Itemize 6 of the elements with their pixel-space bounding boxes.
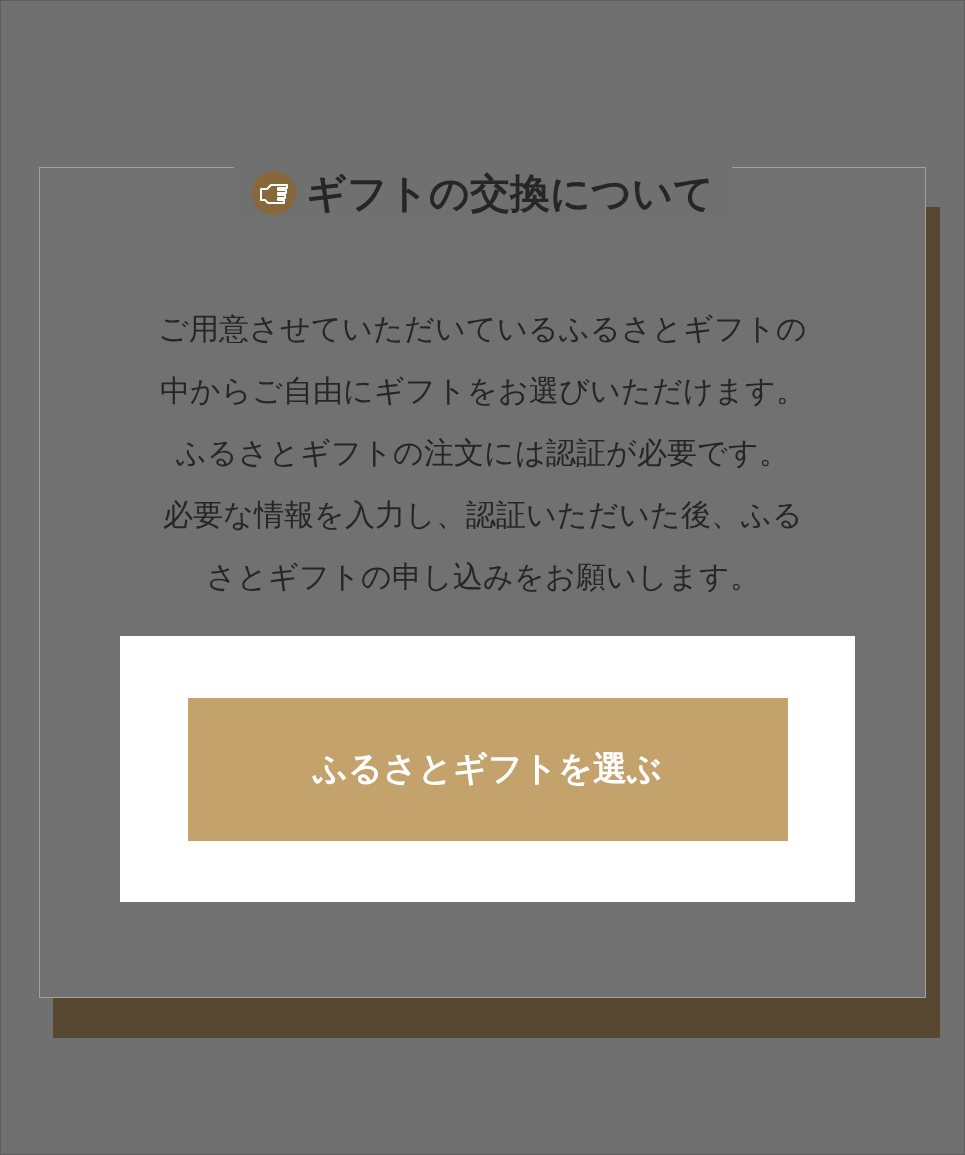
section-title: ギフトの交換について <box>305 169 714 218</box>
description-text: ふるさとギフトの注文には認証が必要です。 <box>175 434 790 472</box>
choose-gift-button[interactable]: ふるさとギフトを選ぶ <box>187 697 788 841</box>
description-text: ご用意させていただいているふるさとギフトの中からご自由にギフトをお選びいただけます。 <box>157 310 808 410</box>
description-text: 必要な情報を入力し、認証いただいた後、ふるさとギフトの申し込みをお願いします。 <box>161 496 804 596</box>
pointing-hand-icon <box>251 171 296 215</box>
